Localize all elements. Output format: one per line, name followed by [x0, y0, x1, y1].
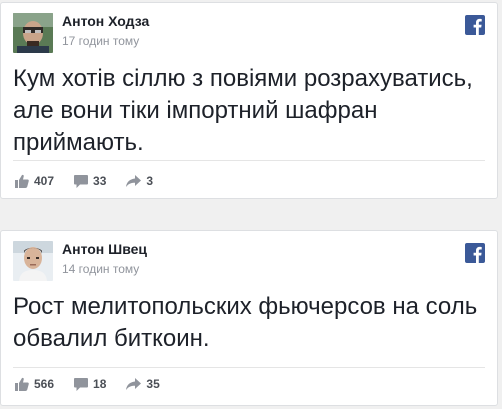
post-stats: 407 33 3: [15, 174, 173, 188]
comment-count: 18: [93, 377, 107, 391]
like-icon: [15, 174, 29, 188]
comment-icon: [74, 174, 89, 188]
post-text: Рост мелитопольских фьючерсов на соль об…: [13, 293, 478, 352]
divider: [13, 160, 485, 161]
author-name[interactable]: Антон Швец: [62, 241, 147, 257]
avatar[interactable]: [13, 13, 53, 53]
comment-stat[interactable]: 33: [74, 174, 106, 188]
author-name[interactable]: Антон Ходза: [62, 13, 149, 29]
like-count: 407: [34, 174, 55, 188]
facebook-icon[interactable]: [465, 243, 485, 263]
like-stat[interactable]: 407: [15, 174, 54, 188]
post-card: Антон Ходза 17 годин тому Кум хотів сілл…: [0, 2, 498, 199]
share-stat[interactable]: 3: [126, 174, 153, 188]
post-card: Антон Швец 14 годин тому Рост мелитополь…: [0, 230, 498, 406]
post-timestamp[interactable]: 14 годин тому: [62, 262, 139, 276]
share-icon: [126, 175, 142, 187]
like-stat[interactable]: 566: [15, 377, 54, 391]
share-count: 35: [146, 377, 160, 391]
share-count: 3: [146, 174, 154, 188]
post-text: Кум хотів сіллю з повіями розрахуватись,…: [13, 65, 473, 156]
share-icon: [126, 378, 142, 390]
comment-stat[interactable]: 18: [74, 377, 106, 391]
avatar-image: [13, 13, 53, 53]
comment-icon: [74, 377, 89, 391]
share-stat[interactable]: 35: [126, 377, 160, 391]
divider: [13, 367, 485, 368]
like-icon: [15, 377, 29, 391]
comment-count: 33: [93, 174, 107, 188]
post-timestamp[interactable]: 17 годин тому: [62, 34, 139, 48]
facebook-icon[interactable]: [465, 15, 485, 35]
like-count: 566: [34, 377, 55, 391]
post-stats: 566 18 35: [15, 377, 180, 391]
avatar[interactable]: [13, 241, 53, 281]
avatar-image: [13, 241, 53, 281]
